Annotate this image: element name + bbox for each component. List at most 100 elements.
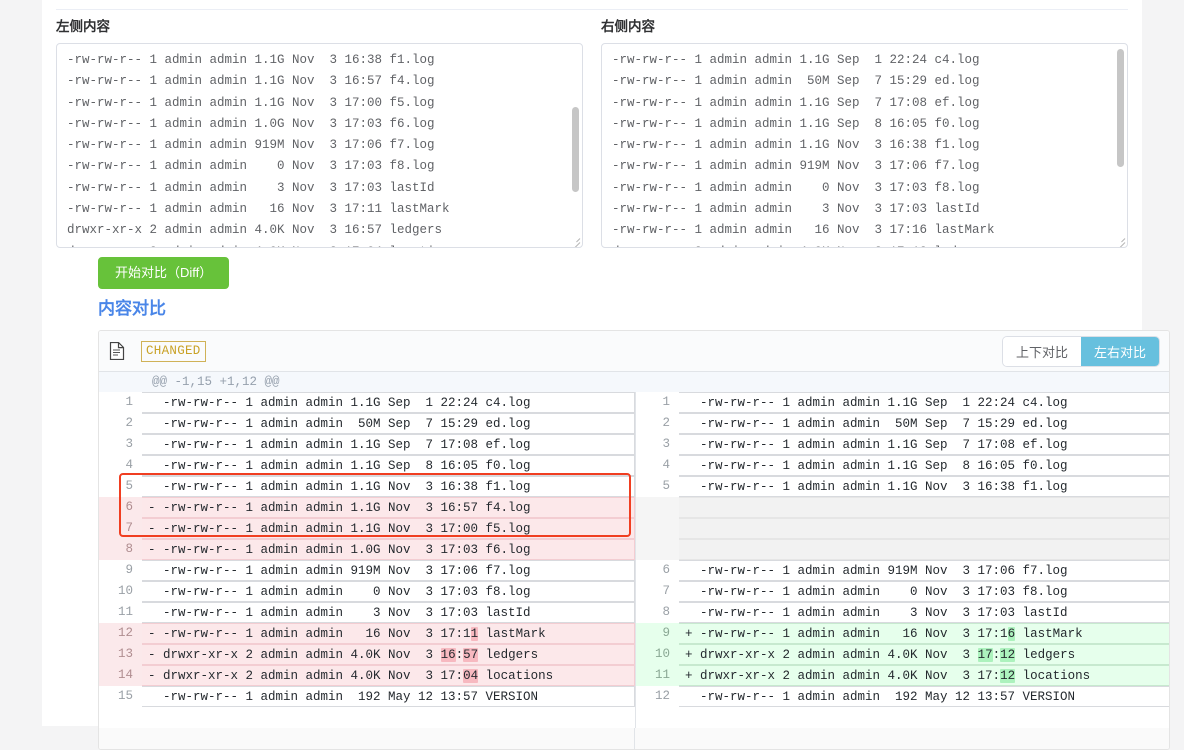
- diff-row[interactable]: 9 -rw-rw-r-- 1 admin admin 919M Nov 3 17…: [99, 560, 635, 581]
- diff-row[interactable]: 2 -rw-rw-r-- 1 admin admin 50M Sep 7 15:…: [636, 413, 1169, 434]
- diff-line-code: -rw-rw-r-- 1 admin admin 3 Nov 3 17:03 l…: [679, 602, 1169, 623]
- diff-line-code: -rw-rw-r-- 1 admin admin 50M Sep 7 15:29…: [142, 413, 635, 434]
- diff-line-code: -rw-rw-r-- 1 admin admin 192 May 12 13:5…: [679, 686, 1169, 707]
- diff-row[interactable]: 8- -rw-rw-r-- 1 admin admin 1.0G Nov 3 1…: [99, 539, 635, 560]
- diff-row[interactable]: [636, 518, 1169, 539]
- diff-row[interactable]: 9 + -rw-rw-r-- 1 admin admin 16 Nov 3 17:…: [636, 623, 1169, 644]
- diff-line-number: 12: [636, 686, 679, 707]
- diff-row[interactable]: 6- -rw-rw-r-- 1 admin admin 1.1G Nov 3 1…: [99, 497, 635, 518]
- diff-line-number: 3: [636, 434, 679, 455]
- diff-line-code: -rw-rw-r-- 1 admin admin 192 May 12 13:5…: [142, 686, 635, 707]
- diff-line-code: -rw-rw-r-- 1 admin admin 1.1G Nov 3 16:3…: [679, 476, 1169, 497]
- diff-line-number: 8: [636, 602, 679, 623]
- diff-row[interactable]: 5 -rw-rw-r-- 1 admin admin 1.1G Nov 3 16…: [99, 476, 635, 497]
- diff-row[interactable]: 4 -rw-rw-r-- 1 admin admin 1.1G Sep 8 16…: [99, 455, 635, 476]
- textarea-line: -rw-rw-r-- 1 admin admin 1.1G Nov 3 16:3…: [67, 53, 435, 67]
- diff-row[interactable]: 10 + drwxr-xr-x 2 admin admin 4.0K Nov 3 …: [636, 644, 1169, 665]
- right-pane-label: 右侧内容: [601, 19, 655, 34]
- diff-line-code: - -rw-rw-r-- 1 admin admin 16 Nov 3 17:1…: [142, 623, 635, 644]
- diff-line-code: [679, 518, 1169, 539]
- textarea-line: -rw-rw-r-- 1 admin admin 1.1G Nov 3 16:3…: [612, 138, 980, 153]
- diff-line-code: [679, 707, 1169, 728]
- diff-row[interactable]: [636, 707, 1169, 728]
- diff-line-code: + -rw-rw-r-- 1 admin admin 16 Nov 3 17:1…: [679, 623, 1169, 644]
- diff-line-code: -rw-rw-r-- 1 admin admin 0 Nov 3 17:03 f…: [142, 581, 635, 602]
- diff-line-code: + drwxr-xr-x 2 admin admin 4.0K Nov 3 17…: [679, 644, 1169, 665]
- diff-line-number: [636, 539, 679, 560]
- view-mode-toggle[interactable]: 上下对比 左右对比: [1002, 337, 1159, 366]
- diff-row[interactable]: 14- drwxr-xr-x 2 admin admin 4.0K Nov 3 …: [99, 665, 635, 686]
- diff-row[interactable]: 13- drwxr-xr-x 2 admin admin 4.0K Nov 3 …: [99, 644, 635, 665]
- diff-line-number: [636, 518, 679, 539]
- diff-row[interactable]: 1 -rw-rw-r-- 1 admin admin 1.1G Sep 1 22…: [99, 392, 635, 413]
- left-textarea[interactable]: -rw-rw-r-- 1 admin admin 1.1G Nov 3 16:3…: [56, 43, 583, 248]
- diff-line-code: [679, 497, 1169, 518]
- textarea-line: -rw-rw-r-- 1 admin admin 1.1G Nov 3 16:5…: [67, 74, 435, 89]
- diff-row[interactable]: [99, 707, 635, 728]
- diff-line-code: -rw-rw-r-- 1 admin admin 3 Nov 3 17:03 l…: [142, 602, 635, 623]
- textarea-line: -rw-rw-r-- 1 admin admin 0 Nov 3 17:03 f…: [67, 159, 435, 174]
- diff-row[interactable]: 11 + drwxr-xr-x 2 admin admin 4.0K Nov 3 …: [636, 665, 1169, 686]
- left-pane-label: 左侧内容: [56, 19, 110, 34]
- right-pane: 右侧内容 -rw-rw-r-- 1 admin admin 1.1G Sep 1…: [601, 18, 1128, 248]
- diff-line-code: -rw-rw-r-- 1 admin admin 1.1G Sep 7 17:0…: [142, 434, 635, 455]
- diff-line-code: - -rw-rw-r-- 1 admin admin 1.1G Nov 3 16…: [142, 497, 635, 518]
- textarea-line: -rw-rw-r-- 1 admin admin 3 Nov 3 17:03 l…: [67, 180, 435, 195]
- left-textarea-scrollbar[interactable]: [572, 49, 579, 244]
- file-icon: [109, 342, 125, 360]
- diff-row[interactable]: 3 -rw-rw-r-- 1 admin admin 1.1G Sep 7 17…: [636, 434, 1169, 455]
- diff-row[interactable]: 6 -rw-rw-r-- 1 admin admin 919M Nov 3 17…: [636, 560, 1169, 581]
- diff-line-number: 4: [636, 455, 679, 476]
- right-textarea-text[interactable]: -rw-rw-r-- 1 admin admin 1.1G Sep 1 22:2…: [602, 44, 1127, 247]
- diff-line-number: 12: [99, 623, 142, 644]
- diff-line-code: -rw-rw-r-- 1 admin admin 1.1G Sep 8 16:0…: [679, 455, 1169, 476]
- textarea-line: -rw-rw-r-- 1 admin admin 0 Nov 3 17:03 f…: [612, 180, 980, 195]
- diff-line-number: 2: [99, 413, 142, 434]
- diff-line-code: -rw-rw-r-- 1 admin admin 0 Nov 3 17:03 f…: [679, 581, 1169, 602]
- diff-line-code: - -rw-rw-r-- 1 admin admin 1.1G Nov 3 17…: [142, 518, 635, 539]
- diff-line-number: 11: [99, 602, 142, 623]
- textarea-line: drwxr-xr-x 2 admin admin 4.0K Nov 3 17:0…: [67, 242, 572, 247]
- diff-line-code: [142, 707, 635, 728]
- diff-line-code: [679, 539, 1169, 560]
- diff-row[interactable]: 11 -rw-rw-r-- 1 admin admin 3 Nov 3 17:0…: [99, 602, 635, 623]
- start-diff-button[interactable]: 开始对比（Diff）: [98, 257, 230, 289]
- diff-footer: [99, 728, 1169, 749]
- diff-row[interactable]: [636, 539, 1169, 560]
- diff-row[interactable]: 8 -rw-rw-r-- 1 admin admin 3 Nov 3 17:03…: [636, 602, 1169, 623]
- right-textarea-scrollbar[interactable]: [1117, 49, 1124, 244]
- diff-row[interactable]: 10 -rw-rw-r-- 1 admin admin 0 Nov 3 17:0…: [99, 581, 635, 602]
- textarea-line: -rw-rw-r-- 1 admin admin 1.1G Nov 3 17:0…: [67, 95, 435, 110]
- diff-row[interactable]: 4 -rw-rw-r-- 1 admin admin 1.1G Sep 8 16…: [636, 455, 1169, 476]
- diff-row[interactable]: 5 -rw-rw-r-- 1 admin admin 1.1G Nov 3 16…: [636, 476, 1169, 497]
- unified-view-button[interactable]: 上下对比: [1002, 337, 1081, 366]
- diff-row[interactable]: 7 -rw-rw-r-- 1 admin admin 0 Nov 3 17:03…: [636, 581, 1169, 602]
- textarea-line: -rw-rw-r-- 1 admin admin 16 Nov 3 17:11 …: [67, 202, 450, 217]
- diff-row[interactable]: 2 -rw-rw-r-- 1 admin admin 50M Sep 7 15:…: [99, 413, 635, 434]
- textarea-line: -rw-rw-r-- 1 admin admin 919M Nov 3 17:0…: [67, 138, 435, 153]
- diff-row[interactable]: 15 -rw-rw-r-- 1 admin admin 192 May 12 1…: [99, 686, 635, 707]
- left-textarea-text[interactable]: -rw-rw-r-- 1 admin admin 1.1G Nov 3 16:3…: [57, 44, 582, 247]
- diff-line-code: -rw-rw-r-- 1 admin admin 1.1G Sep 8 16:0…: [142, 455, 635, 476]
- right-textarea[interactable]: -rw-rw-r-- 1 admin admin 1.1G Sep 1 22:2…: [601, 43, 1128, 248]
- textarea-line: drwxr-xr-x 2 admin admin 4.0K Nov 3 17:1…: [612, 242, 1117, 247]
- diff-footer-right: [634, 728, 1169, 749]
- diff-line-number: 4: [99, 455, 142, 476]
- split-view-button[interactable]: 左右对比: [1080, 337, 1159, 366]
- diff-line-number: 14: [99, 665, 142, 686]
- diff-line-number: 10: [636, 644, 679, 665]
- diff-side-left: 1 -rw-rw-r-- 1 admin admin 1.1G Sep 1 22…: [99, 392, 635, 728]
- textarea-line: -rw-rw-r-- 1 admin admin 919M Nov 3 17:0…: [612, 159, 980, 174]
- diff-line-code: + drwxr-xr-x 2 admin admin 4.0K Nov 3 17…: [679, 665, 1169, 686]
- textarea-line: -rw-rw-r-- 1 admin admin 1.1G Sep 7 17:0…: [612, 95, 980, 110]
- diff-row[interactable]: 7- -rw-rw-r-- 1 admin admin 1.1G Nov 3 1…: [99, 518, 635, 539]
- diff-line-code: - -rw-rw-r-- 1 admin admin 1.0G Nov 3 17…: [142, 539, 635, 560]
- diff-line-number: 8: [99, 539, 142, 560]
- diff-row[interactable]: 1 -rw-rw-r-- 1 admin admin 1.1G Sep 1 22…: [636, 392, 1169, 413]
- diff-row[interactable]: 12 -rw-rw-r-- 1 admin admin 192 May 12 1…: [636, 686, 1169, 707]
- diff-row[interactable]: 12- -rw-rw-r-- 1 admin admin 16 Nov 3 17…: [99, 623, 635, 644]
- diff-viewer: CHANGED 上下对比 左右对比 @@ -1,15 +1,12 @@ 1 -r…: [98, 330, 1170, 750]
- hunk-header-text: @@ -1,15 +1,12 @@: [152, 375, 280, 389]
- diff-row[interactable]: [636, 497, 1169, 518]
- diff-row[interactable]: 3 -rw-rw-r-- 1 admin admin 1.1G Sep 7 17…: [99, 434, 635, 455]
